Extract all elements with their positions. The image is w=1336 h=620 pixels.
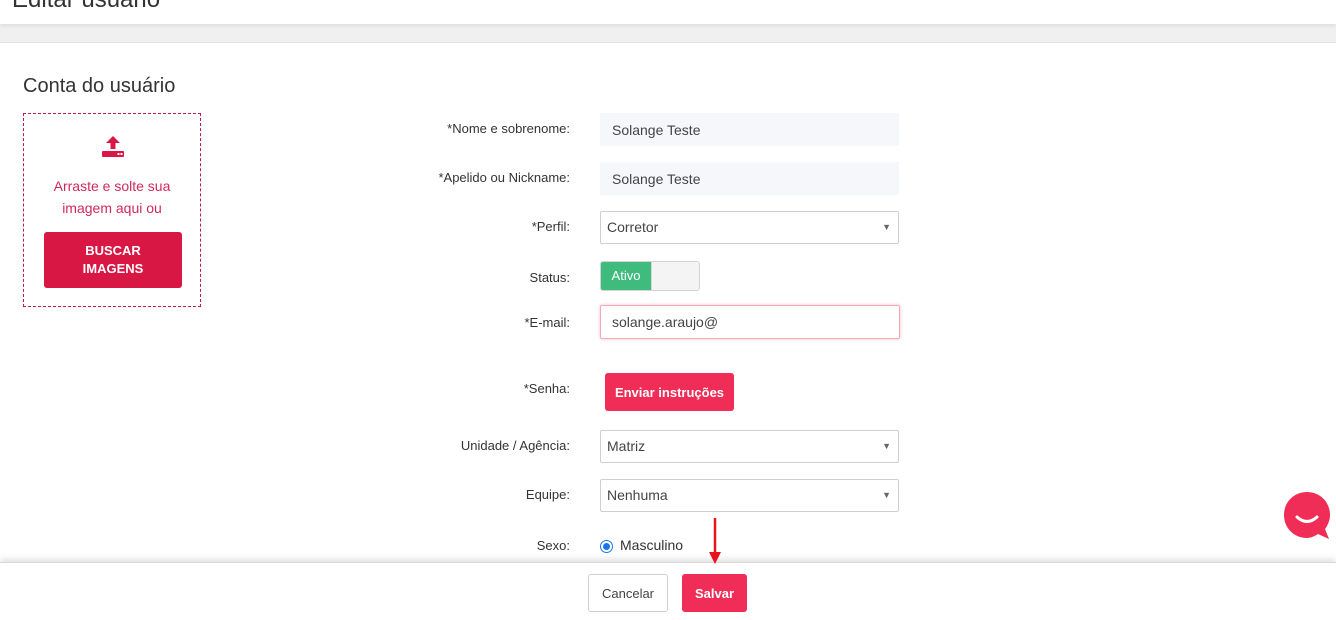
form-row-nickname: *Apelido ou Nickname: xyxy=(0,162,1336,196)
send-instructions-button[interactable]: Enviar instruções xyxy=(605,373,734,411)
form-row-password: *Senha: Enviar instruções xyxy=(0,373,1336,411)
profile-select[interactable]: Corretor ▼ xyxy=(600,211,899,244)
sex-radio-male[interactable] xyxy=(600,540,613,553)
profile-select-value: Corretor xyxy=(607,219,659,235)
chevron-down-icon: ▼ xyxy=(882,490,891,500)
unit-label: Unidade / Agência: xyxy=(460,438,570,453)
password-label: *Senha: xyxy=(523,381,570,396)
name-input[interactable] xyxy=(600,113,899,146)
email-input[interactable] xyxy=(600,305,900,339)
form-row-status: Status: Ativo xyxy=(0,261,1336,298)
name-label: *Nome e sobrenome: xyxy=(447,121,570,136)
form-row-name: *Nome e sobrenome: xyxy=(0,113,1336,147)
section-title: Conta do usuário xyxy=(23,75,176,97)
status-label: Status: xyxy=(529,270,570,285)
form-row-email: *E-mail: xyxy=(0,305,1336,341)
chat-icon[interactable] xyxy=(1284,492,1330,540)
email-label: *E-mail: xyxy=(524,315,570,330)
status-toggle-knob xyxy=(651,262,699,290)
top-bar: Editar usuário xyxy=(0,0,1336,24)
footer-bar: Cancelar Salvar xyxy=(0,562,1336,620)
status-toggle-label: Ativo xyxy=(601,262,651,290)
chevron-down-icon: ▼ xyxy=(882,222,891,232)
status-toggle[interactable]: Ativo xyxy=(600,261,700,291)
sex-label: Sexo: xyxy=(536,538,570,553)
team-label: Equipe: xyxy=(525,487,570,502)
nickname-input[interactable] xyxy=(600,162,899,195)
save-button[interactable]: Salvar xyxy=(682,574,747,612)
header-band xyxy=(0,24,1336,43)
sex-radio-male-label[interactable]: Masculino xyxy=(620,537,683,553)
form-row-team: Equipe: Nenhuma ▼ xyxy=(0,479,1336,513)
profile-label: *Perfil: xyxy=(531,219,570,234)
page-title: Editar usuário xyxy=(12,0,160,14)
arrow-down-icon xyxy=(709,518,721,564)
form-row-unit: Unidade / Agência: Matriz ▼ xyxy=(0,430,1336,464)
form-row-sex: Sexo: Masculino xyxy=(0,537,1336,558)
nickname-label: *Apelido ou Nickname: xyxy=(438,170,570,185)
team-select-value: Nenhuma xyxy=(607,487,668,503)
team-select[interactable]: Nenhuma ▼ xyxy=(600,479,899,512)
chevron-down-icon: ▼ xyxy=(882,441,891,451)
unit-select-value: Matriz xyxy=(607,438,646,454)
form-row-profile: *Perfil: Corretor ▼ xyxy=(0,211,1336,245)
unit-select[interactable]: Matriz ▼ xyxy=(600,430,899,463)
cancel-button[interactable]: Cancelar xyxy=(588,574,668,612)
